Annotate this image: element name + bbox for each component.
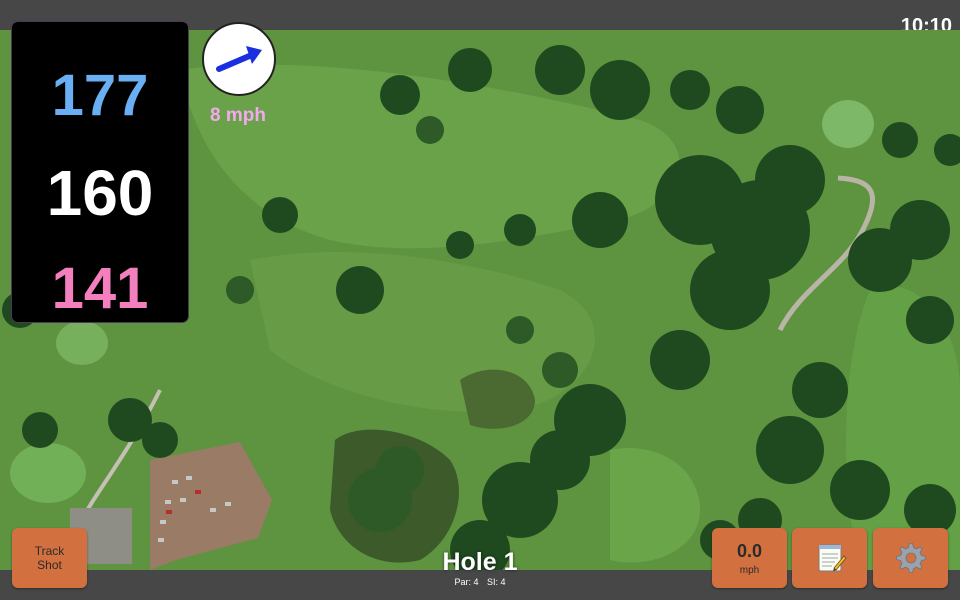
hole-info: Par: 4 SI: 4	[380, 577, 580, 587]
back-distance: 177	[51, 63, 149, 128]
wind-button-value: 0.0	[736, 540, 763, 561]
par-label: Par: 4	[454, 577, 479, 587]
middle-distance: 160	[46, 157, 154, 229]
wind-speed-label: 8 mph	[210, 105, 266, 126]
wind-button-unit: mph	[739, 564, 760, 576]
notes-button[interactable]	[792, 528, 867, 588]
wind-direction-dial	[202, 22, 276, 96]
arrow-icon	[216, 46, 262, 72]
gear-icon	[895, 543, 926, 573]
settings-button[interactable]	[873, 528, 948, 588]
hole-title: Hole 1	[442, 548, 518, 576]
distance-panel: 177 160 141	[12, 22, 188, 322]
front-distance: 141	[51, 256, 149, 321]
track-shot-button[interactable]: Track Shot	[12, 528, 87, 588]
si-label: SI: 4	[487, 577, 506, 587]
wind-speed-button[interactable]: 0.0 mph	[712, 528, 787, 588]
track-shot-label: Track Shot	[34, 544, 65, 572]
notepad-icon	[818, 544, 847, 572]
